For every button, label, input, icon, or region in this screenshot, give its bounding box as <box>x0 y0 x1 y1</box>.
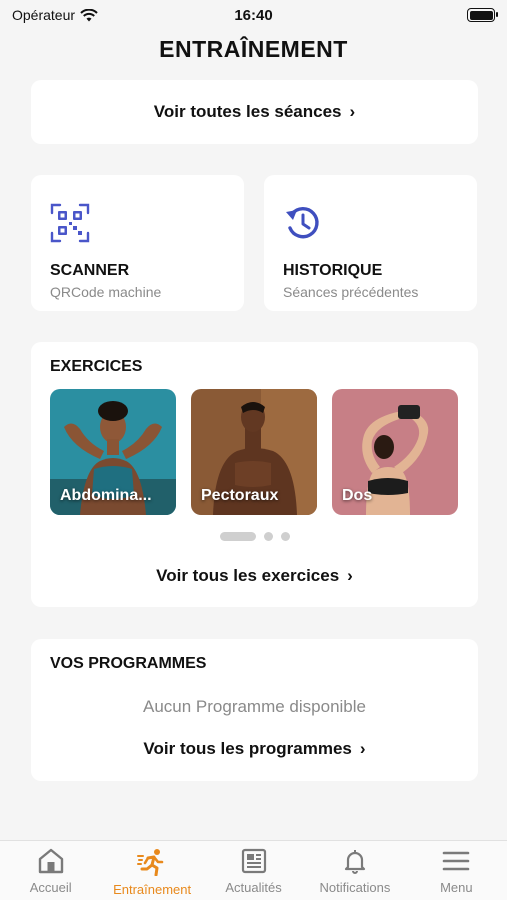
tab-label: Entraînement <box>113 882 192 897</box>
tab-label: Actualités <box>225 880 282 895</box>
wifi-icon <box>80 8 98 21</box>
exercises-title: EXERCICES <box>50 358 143 375</box>
bell-icon <box>344 850 366 874</box>
scanner-tile[interactable]: SCANNER QRCode machine <box>31 175 244 311</box>
status-left: Opérateur <box>12 7 98 23</box>
status-bar: Opérateur 16:40 <box>0 0 507 30</box>
exercise-card-pectoraux[interactable]: Pectoraux <box>191 389 317 515</box>
tab-menu[interactable]: Menu <box>406 841 507 900</box>
tab-actualites[interactable]: Actualités <box>203 841 304 900</box>
exercises-card: EXERCICES Abdomina... Pectoraux Dos Voir… <box>31 342 478 607</box>
history-subtitle: Séances précédentes <box>283 284 419 300</box>
exercise-label: Dos <box>342 487 373 504</box>
scanner-subtitle: QRCode machine <box>50 284 162 300</box>
programs-card: VOS PROGRAMMES Aucun Programme disponibl… <box>31 639 478 781</box>
all-sessions-link[interactable]: Voir toutes les séances › <box>154 102 355 122</box>
history-title: HISTORIQUE <box>283 262 383 279</box>
pagination-dot[interactable] <box>263 532 273 541</box>
pagination-dot[interactable] <box>280 532 290 541</box>
pagination-dot-active[interactable] <box>219 532 256 541</box>
all-programs-container: Voir tous les programmes › <box>50 739 459 759</box>
programs-empty-message: Aucun Programme disponible <box>142 697 366 716</box>
tab-entrainement[interactable]: Entraînement <box>101 841 202 900</box>
all-programs-label: Voir tous les programmes <box>143 739 352 758</box>
exercise-label: Pectoraux <box>201 487 279 504</box>
tab-label: Menu <box>440 880 473 895</box>
programs-title: VOS PROGRAMMES <box>50 655 207 672</box>
carousel-pagination <box>31 532 478 541</box>
all-exercises-link[interactable]: Voir tous les exercices › <box>156 566 353 586</box>
exercises-carousel[interactable]: Abdomina... Pectoraux Dos <box>50 389 458 515</box>
all-programs-link[interactable]: Voir tous les programmes › <box>143 739 365 759</box>
tab-notifications[interactable]: Notifications <box>304 841 405 900</box>
exercise-label: Abdomina... <box>60 487 152 504</box>
all-sessions-card[interactable]: Voir toutes les séances › <box>31 80 478 144</box>
exercise-card-dos[interactable]: Dos <box>332 389 458 515</box>
chevron-right-icon: › <box>347 566 353 585</box>
menu-icon <box>443 851 470 871</box>
history-icon <box>286 207 319 239</box>
tab-label: Notifications <box>319 880 391 895</box>
all-sessions-label: Voir toutes les séances <box>153 102 342 121</box>
chevron-right-icon: › <box>349 102 356 121</box>
all-exercises-container: Voir tous les exercices › <box>31 566 478 586</box>
battery-icon <box>467 8 498 22</box>
tab-bar: Accueil Entraînement Actualités Notifica… <box>0 840 507 900</box>
running-icon <box>137 849 164 876</box>
tab-accueil[interactable]: Accueil <box>0 841 101 900</box>
scanner-title: SCANNER <box>50 262 130 279</box>
chevron-right-icon: › <box>359 739 366 758</box>
home-icon <box>38 848 63 874</box>
qr-code-icon <box>50 203 90 243</box>
all-exercises-label: Voir tous les exercices <box>156 566 340 585</box>
history-tile[interactable]: HISTORIQUE Séances précédentes <box>264 175 477 311</box>
tab-label: Accueil <box>29 880 72 895</box>
newspaper-icon <box>241 848 266 874</box>
carrier-label: Opérateur <box>12 7 76 23</box>
page-title: ENTRAÎNEMENT <box>159 36 348 62</box>
exercise-card-abdominaux[interactable]: Abdomina... <box>50 389 176 515</box>
